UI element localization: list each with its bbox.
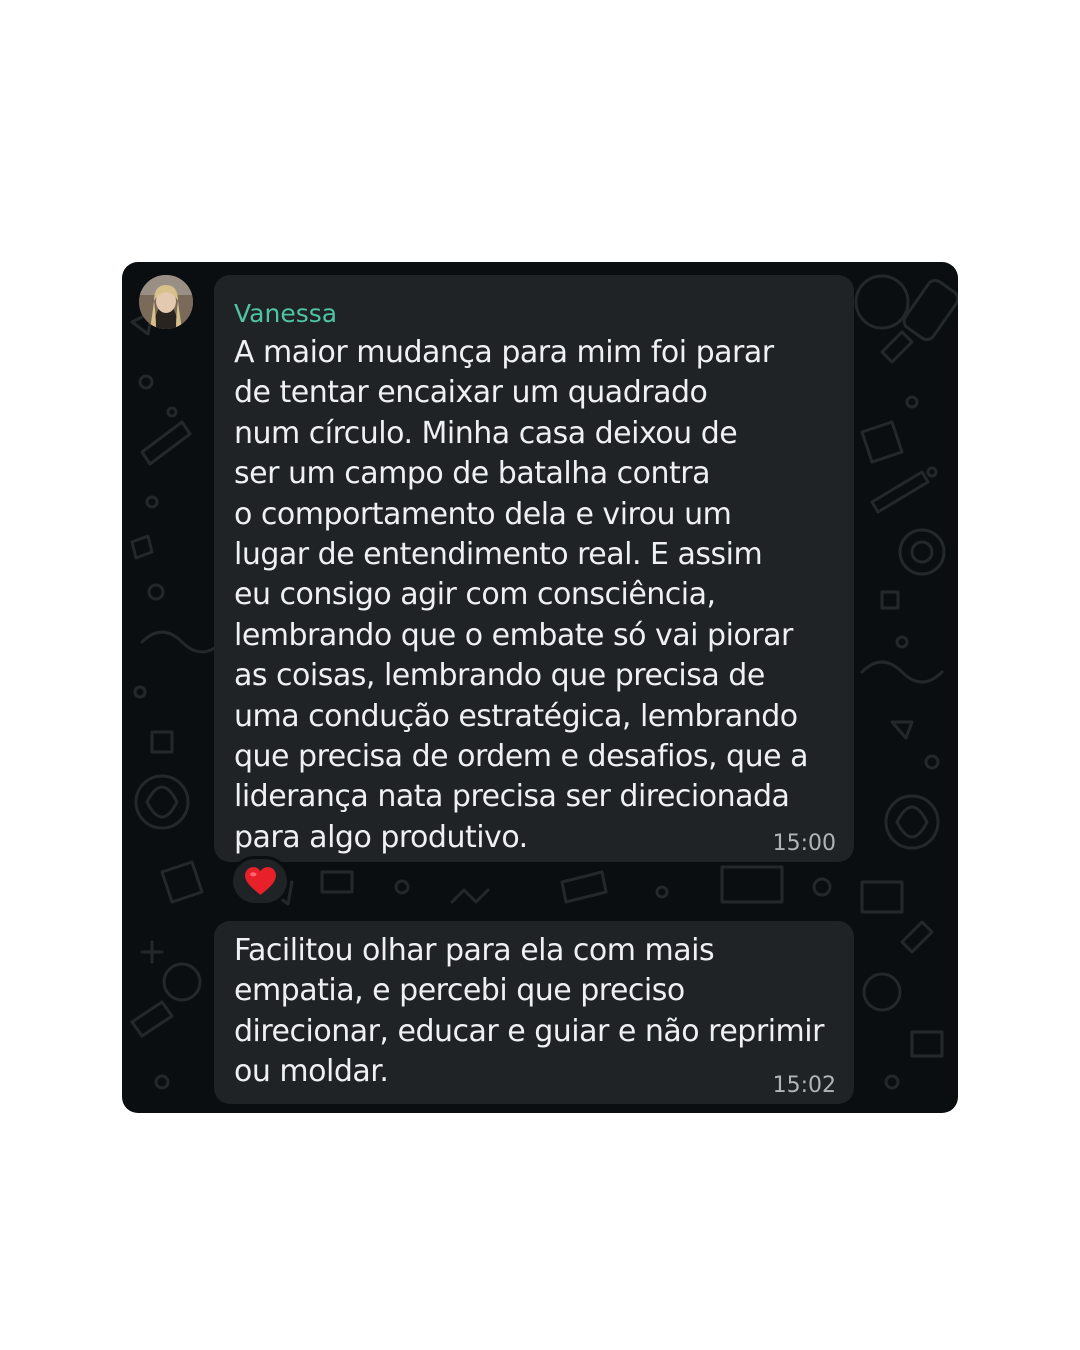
- message-line: ou moldar.: [234, 1054, 389, 1090]
- message-line: liderança nata precisa ser direcionada: [234, 779, 790, 815]
- message-line: que precisa de ordem e desafios, que a: [234, 739, 808, 775]
- message-line: empatia, e percebi que preciso: [234, 973, 685, 1009]
- message-timestamp: 15:02: [772, 1073, 836, 1098]
- message-line: para algo produtivo.: [234, 819, 528, 855]
- message-line: lugar de entendimento real. E assim: [234, 537, 763, 573]
- message-line: o comportamento dela e virou um: [234, 496, 732, 532]
- message-bubble-incoming[interactable]: Vanessa A maior mudança para mim foi par…: [214, 275, 854, 862]
- message-line: lembrando que o embate só vai piorar: [234, 617, 793, 653]
- message-text: Facilitou olhar para ela com mais empati…: [234, 931, 824, 1093]
- message-line: Facilitou olhar para ela com mais: [234, 933, 715, 968]
- sender-avatar[interactable]: [139, 275, 193, 329]
- sender-name[interactable]: Vanessa: [234, 299, 337, 328]
- message-line: as coisas, lembrando que precisa de: [234, 658, 765, 694]
- message-line: ser um campo de batalha contra: [234, 456, 710, 492]
- message-timestamp: 15:00: [772, 831, 836, 856]
- message-line: A maior mudança para mim foi parar: [234, 335, 774, 370]
- message-line: direcionar, educar e guiar e não reprimi…: [234, 1013, 824, 1049]
- message-line: num círculo. Minha casa deixou de: [234, 415, 738, 451]
- message-line: de tentar encaixar um quadrado: [234, 375, 708, 411]
- message-line: eu consigo agir com consciência,: [234, 577, 716, 613]
- heart-icon: [245, 867, 276, 895]
- message-bubble-incoming[interactable]: Facilitou olhar para ela com mais empati…: [214, 921, 854, 1104]
- avatar-photo-icon: [139, 275, 193, 329]
- message-line: uma condução estratégica, lembrando: [234, 698, 798, 734]
- chat-panel: Vanessa A maior mudança para mim foi par…: [122, 262, 958, 1113]
- message-text: A maior mudança para mim foi parar de te…: [234, 333, 808, 858]
- reaction-badge[interactable]: [230, 856, 290, 906]
